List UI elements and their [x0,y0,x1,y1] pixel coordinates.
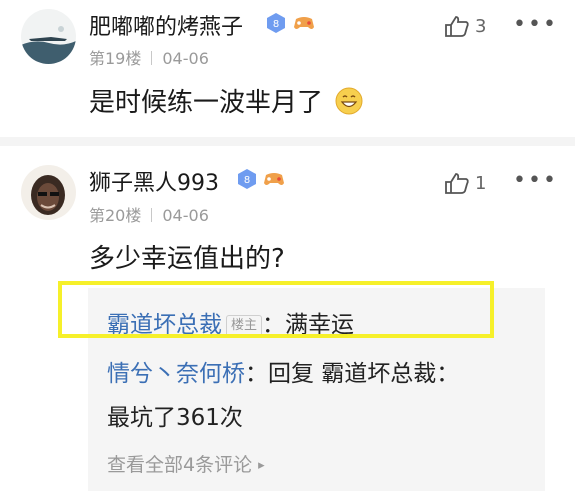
view-all-label: 查看全部4条评论 [107,454,253,476]
level-text: 8 [273,19,279,30]
post-meta: 第20楼 04-06 [89,202,209,226]
reply-text-continued: 最坑了361次 [107,405,243,431]
level-badge-icon: 8 [265,12,287,34]
like-count: 3 [475,15,487,37]
divider [0,137,575,146]
more-options-button[interactable]: ••• [513,12,558,37]
like-button[interactable]: 3 [443,14,486,38]
thumb-like-icon [445,16,469,37]
post-date: 04-06 [162,49,209,68]
post-meta: 第19楼 04-06 [89,45,209,69]
like-button[interactable]: 1 [443,171,486,195]
reply-text: 回复 霸道坏总裁： [268,361,460,387]
view-all-comments-link[interactable]: 查看全部4条评论 ▸ [107,450,265,477]
reply-item[interactable]: 情兮丶奈何桥：回复 霸道坏总裁： [107,354,459,388]
game-controller-icon [292,13,316,33]
highlight-box [58,281,494,338]
like-count: 1 [475,172,487,194]
username[interactable]: 肥嘟嘟的烤燕子 [89,9,243,41]
avatar[interactable] [21,165,76,220]
floor-label: 第20楼 [89,206,142,225]
chevron-right-icon: ▸ [258,458,265,473]
grinning-emoji-icon [335,87,363,122]
reply-colon: ： [245,361,268,387]
avatar[interactable] [21,9,76,64]
username[interactable]: 狮子黑人993 [89,165,219,197]
post-content: 多少幸运值出的? [89,244,285,274]
post-text: 是时候练一波芈月了 [89,88,324,118]
reply-username[interactable]: 情兮丶奈何桥 [107,361,245,387]
level-text: 8 [244,175,250,186]
floor-label: 第19楼 [89,49,142,68]
more-options-button[interactable]: ••• [513,168,558,193]
thumb-like-icon [445,173,469,194]
game-controller-icon [262,169,286,189]
level-badge-icon: 8 [236,168,258,190]
post-content: 是时候练一波芈月了 [89,82,363,122]
post-date: 04-06 [162,206,209,225]
